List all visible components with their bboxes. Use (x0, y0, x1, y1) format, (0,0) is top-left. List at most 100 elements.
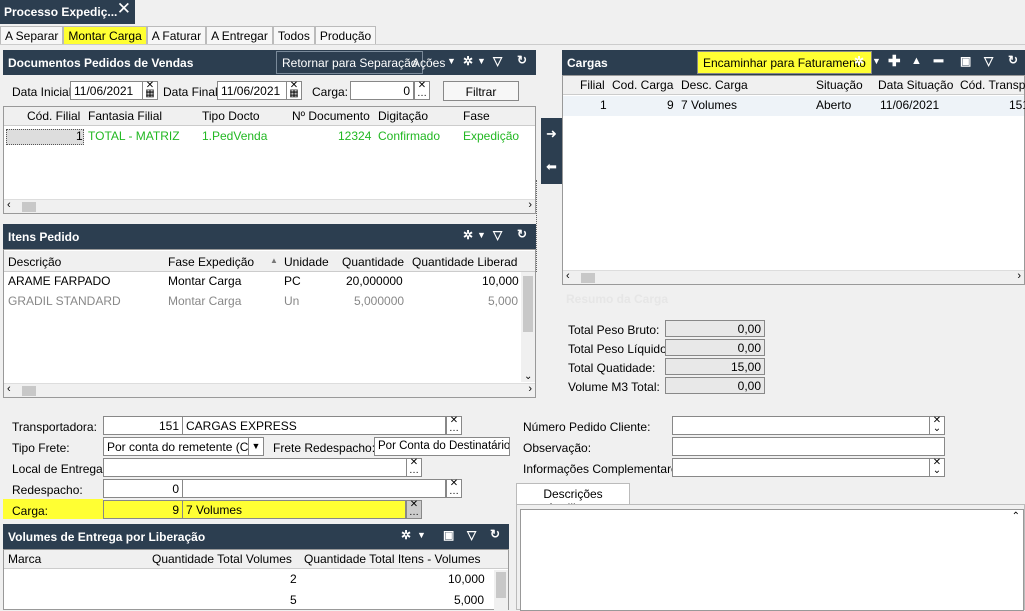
col-fase[interactable]: Fase (463, 109, 490, 123)
col-marca[interactable]: Marca (8, 552, 41, 566)
filter-icon[interactable]: ▽ (467, 528, 476, 542)
scroll-thumb[interactable] (496, 572, 506, 598)
return-to-separation-button[interactable]: Retornar para Separação (276, 51, 424, 74)
col-tipo-docto[interactable]: Tipo Docto (202, 109, 260, 123)
redespacho-code-input[interactable]: 0 (103, 479, 183, 498)
refresh-icon[interactable]: ↻ (517, 227, 527, 241)
lookup-icon[interactable]: ✕… (414, 81, 430, 100)
table-row[interactable]: ARAME FARPADO Montar Carga PC 20,000000 … (4, 272, 535, 292)
chevron-down-icon[interactable]: ⌄ (524, 371, 532, 382)
tab-a-separar[interactable]: A Separar (0, 26, 64, 44)
horizontal-scrollbar[interactable]: ‹ › (4, 383, 535, 397)
tab-a-entregar[interactable]: A Entregar (206, 26, 273, 44)
save-icon[interactable]: ▣ (443, 528, 454, 542)
chevron-right-icon[interactable]: › (528, 383, 532, 395)
chevron-down-icon[interactable]: ▼ (447, 56, 456, 66)
numero-pedido-input[interactable] (672, 416, 930, 435)
chevron-down-icon[interactable]: ▼ (477, 230, 486, 240)
col-data-situacao[interactable]: Data Situação (878, 78, 953, 92)
tab-todos[interactable]: Todos (272, 26, 315, 44)
save-icon[interactable]: ▣ (960, 54, 971, 68)
filter-icon[interactable]: ▽ (493, 54, 502, 68)
lookup-icon[interactable]: ✕… (446, 416, 462, 435)
col-digitacao[interactable]: Digitação (378, 109, 428, 123)
col-fantasia[interactable]: Fantasia Filial (88, 109, 162, 123)
lookup-icon[interactable]: ✕… (406, 458, 422, 477)
transportadora-name-input[interactable]: CARGAS EXPRESS (182, 416, 446, 435)
table-row[interactable]: 2 10,000 (4, 570, 508, 590)
lookup-icon[interactable]: ✕ ⌄ (929, 458, 945, 477)
chevron-down-icon[interactable]: ▼ (477, 56, 486, 66)
close-icon[interactable]: ✕ (117, 0, 131, 19)
local-entrega-input[interactable] (103, 458, 407, 477)
tab-a-faturar[interactable]: A Faturar (146, 26, 207, 44)
tab-descricoes-auxiliares[interactable]: Descrições Auxiliares (516, 483, 630, 515)
carga-filter-input[interactable]: 0 (350, 81, 414, 100)
horizontal-scrollbar[interactable]: ‹ › (563, 270, 1024, 284)
tab-montar-carga[interactable]: Montar Carga (63, 26, 147, 44)
move-up-icon[interactable]: ▲ (911, 55, 922, 67)
redespacho-name-input[interactable] (182, 479, 446, 498)
actions-menu[interactable]: Ações (412, 56, 445, 70)
col-quantidade-liberada[interactable]: Quantidade Liberad (412, 255, 518, 269)
horizontal-scrollbar[interactable]: ‹ › (4, 199, 535, 213)
arrow-right-icon[interactable]: ➜ (546, 126, 557, 142)
view-options-icon[interactable]: ✲ (401, 528, 411, 542)
col-total-itens[interactable]: Quantidade Total Itens - Volumes (304, 552, 481, 566)
table-row[interactable]: 5 5,000 (4, 591, 508, 611)
chevron-down-icon[interactable]: ▼ (248, 437, 264, 456)
col-unidade[interactable]: Unidade (284, 255, 329, 269)
col-desc-carga[interactable]: Desc. Carga (681, 78, 748, 92)
scroll-thumb[interactable] (523, 276, 533, 332)
col-cod-filial[interactable]: Cód. Filial (27, 109, 80, 123)
add-icon[interactable]: ✚ (888, 52, 901, 70)
calendar-icon[interactable]: ✕ ▦ (286, 81, 302, 100)
col-situacao[interactable]: Situação (816, 78, 863, 92)
table-row[interactable]: 1 TOTAL - MATRIZ 1.PedVenda 12324 Confir… (4, 127, 535, 147)
chevron-left-icon[interactable]: ‹ (7, 383, 11, 395)
frete-redespacho-select[interactable]: Por Conta do Destinatário (374, 437, 510, 456)
refresh-icon[interactable]: ↻ (490, 527, 500, 541)
encaminhar-faturamento-button[interactable]: Encaminhar para Faturamento (697, 51, 872, 74)
chevron-left-icon[interactable]: ‹ (566, 270, 570, 282)
data-final-input[interactable]: 11/06/2021 (217, 81, 291, 100)
observacao-input[interactable] (672, 437, 945, 456)
lookup-icon[interactable]: ✕ ⌄ (929, 416, 945, 435)
chevron-left-icon[interactable]: ‹ (7, 199, 11, 211)
chevron-down-icon[interactable]: ▼ (417, 530, 426, 540)
refresh-icon[interactable]: ↻ (1008, 53, 1018, 67)
view-options-icon[interactable]: ✲ (463, 54, 473, 68)
filtrar-button[interactable]: Filtrar (443, 81, 519, 101)
filter-icon[interactable]: ▽ (493, 228, 502, 242)
view-options-icon[interactable]: ✲ (854, 54, 864, 68)
filter-icon[interactable]: ▽ (984, 54, 993, 68)
col-quantidade[interactable]: Quantidade (342, 255, 404, 269)
col-cod-carga[interactable]: Cod. Carga (612, 78, 673, 92)
vertical-scrollbar[interactable] (494, 570, 508, 610)
remove-icon[interactable]: ━ (934, 52, 943, 70)
vertical-scrollbar[interactable]: ⌄ (521, 272, 535, 382)
carga-code-input[interactable]: 9 (103, 500, 183, 519)
col-total-volumes[interactable]: Quantidade Total Volumes (152, 552, 292, 566)
transportadora-code-input[interactable]: 151 (103, 416, 183, 435)
aux-textarea[interactable] (520, 509, 1024, 611)
col-cod-transp[interactable]: Cód. Transp (960, 78, 1025, 92)
chevron-right-icon[interactable]: › (528, 199, 532, 211)
chevron-down-icon[interactable]: ▼ (872, 56, 881, 66)
calendar-icon[interactable]: ✕ ▦ (142, 81, 158, 100)
info-complementares-input[interactable] (672, 458, 930, 477)
carga-desc-input[interactable]: 7 Volumes (182, 500, 406, 519)
table-row[interactable]: 1 9 7 Volumes Aberto 11/06/2021 151 (563, 96, 1025, 116)
col-numero[interactable]: Nº Documento (292, 109, 370, 123)
arrow-left-icon[interactable]: ⬅ (546, 159, 557, 175)
col-filial[interactable]: Filial (580, 78, 605, 92)
chevron-up-icon[interactable]: ⌃ (1012, 511, 1020, 522)
tipo-frete-select[interactable]: Por conta do remetente (CIF) (103, 437, 249, 456)
splitter[interactable] (536, 180, 542, 272)
lookup-icon[interactable]: ✕… (446, 479, 462, 498)
chevron-right-icon[interactable]: › (1017, 270, 1021, 282)
table-row[interactable]: GRADIL STANDARD Montar Carga Un 5,000000… (4, 292, 535, 312)
col-descricao[interactable]: Descrição (8, 255, 61, 269)
view-options-icon[interactable]: ✲ (463, 228, 473, 242)
lookup-icon[interactable]: ✕… (406, 500, 422, 519)
